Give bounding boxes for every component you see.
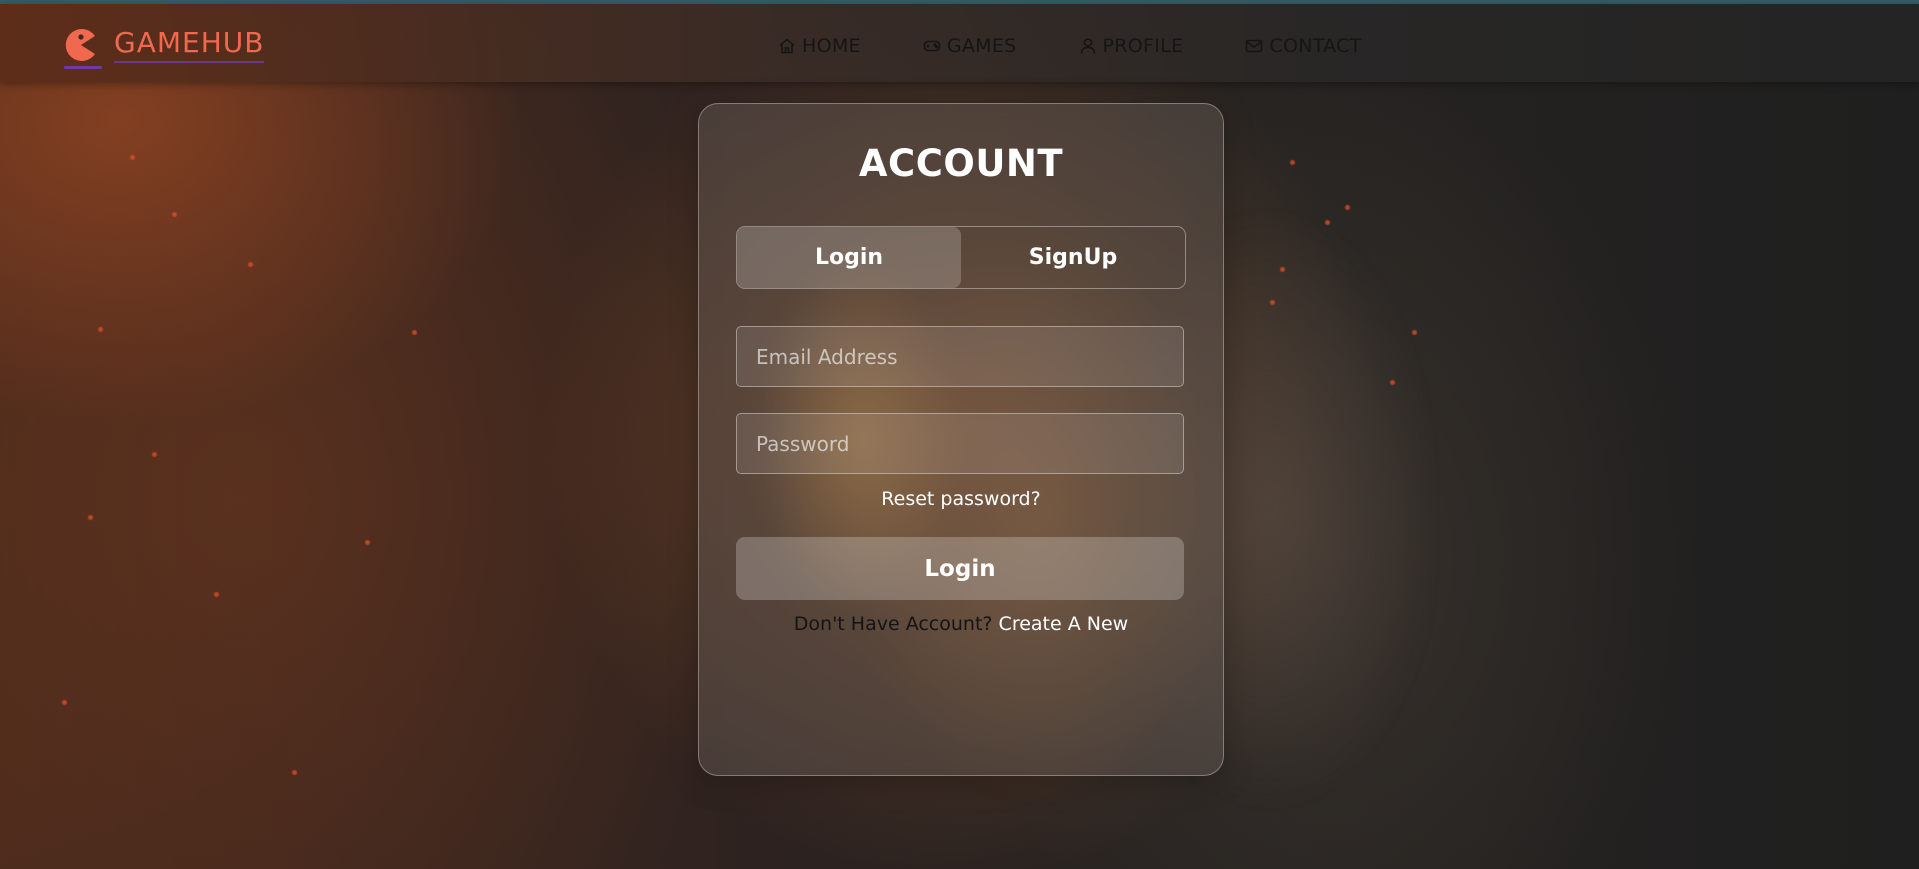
ember-particle xyxy=(172,212,177,217)
auth-tabs: Login SignUp xyxy=(736,226,1186,289)
pacman-icon xyxy=(65,28,95,61)
ember-particle xyxy=(214,592,219,597)
ember-particle xyxy=(1280,267,1285,272)
user-icon xyxy=(1080,38,1095,54)
ember-particle xyxy=(1390,380,1395,385)
account-card: ACCOUNT Login SignUp Reset password? Log… xyxy=(698,103,1224,776)
ember-particle xyxy=(62,700,67,705)
main-nav: HOME GAMES PROFILE CONTACT xyxy=(778,32,1424,60)
brand-logo[interactable]: GAMEHUB xyxy=(64,26,265,74)
brand-name: GAMEHUB xyxy=(114,26,265,63)
nav-item-label: PROFILE xyxy=(1102,35,1184,57)
nav-item-profile[interactable]: PROFILE xyxy=(1079,32,1184,60)
home-icon xyxy=(779,38,795,54)
ember-particle xyxy=(130,155,135,160)
signup-prompt-text: Don't Have Account? xyxy=(793,613,993,635)
nav-item-contact[interactable]: CONTACT xyxy=(1245,32,1361,60)
ember-particle xyxy=(1412,330,1417,335)
tab-signup[interactable]: SignUp xyxy=(961,227,1185,288)
login-button[interactable]: Login xyxy=(736,537,1184,600)
ember-particle xyxy=(412,330,417,335)
nav-item-games[interactable]: GAMES xyxy=(923,32,1017,60)
ember-particle xyxy=(1345,205,1350,210)
ember-particle xyxy=(1290,160,1295,165)
ember-particle xyxy=(98,327,103,332)
account-title: ACCOUNT xyxy=(858,142,1064,185)
ember-particle xyxy=(152,452,157,457)
nav-item-label: CONTACT xyxy=(1269,35,1362,57)
ember-particle xyxy=(248,262,253,267)
create-account-link[interactable]: Create A New xyxy=(999,613,1129,635)
nav-item-home[interactable]: HOME xyxy=(778,32,861,60)
ember-particle xyxy=(1270,300,1275,305)
mail-icon xyxy=(1246,39,1263,53)
tab-login[interactable]: Login xyxy=(737,227,961,288)
logo-underline xyxy=(64,66,102,69)
navbar: GAMEHUB HOME GAMES PROFILE CONTACT xyxy=(0,4,1919,82)
ember-particle xyxy=(1325,220,1330,225)
nav-item-label: HOME xyxy=(802,35,861,57)
signup-prompt-line: Don't Have Account? Create A New xyxy=(699,613,1223,635)
ember-particle xyxy=(365,540,370,545)
reset-password-link[interactable]: Reset password? xyxy=(699,488,1223,510)
nav-item-label: GAMES xyxy=(946,35,1017,57)
password-field[interactable] xyxy=(736,413,1184,474)
gamepad-icon xyxy=(923,40,941,52)
ember-particle xyxy=(292,770,297,775)
email-field[interactable] xyxy=(736,326,1184,387)
ember-particle xyxy=(88,515,93,520)
